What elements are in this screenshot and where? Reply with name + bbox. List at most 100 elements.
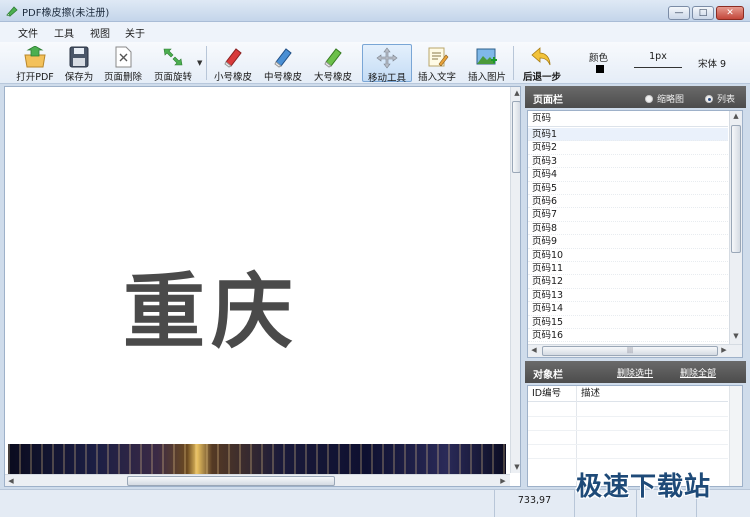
- page-list-item[interactable]: 页码10: [528, 249, 728, 262]
- scroll-thumb[interactable]: [512, 101, 520, 173]
- radio-off-icon: [645, 95, 653, 103]
- canvas-vertical-scrollbar[interactable]: ▲ ▼: [510, 87, 520, 473]
- page-list-item[interactable]: 页码16: [528, 329, 728, 343]
- page-list-horizontal-scrollbar[interactable]: ◀ ||| ▶: [528, 344, 742, 357]
- page-list-item[interactable]: 页码2: [528, 141, 728, 155]
- small-eraser-button[interactable]: 小号橡皮: [210, 44, 256, 83]
- page-list[interactable]: 页码 页码1 页码2 页码3 页码4 页码5 页码6 页码7 页码8 页码9 页码10 页码11 页码…: [527, 110, 743, 358]
- page-list-item[interactable]: 页码15: [528, 316, 728, 329]
- maximize-button[interactable]: □: [692, 6, 714, 20]
- large-eraser-label: 大号橡皮: [313, 72, 352, 83]
- page-list-item[interactable]: 页码7: [528, 208, 728, 222]
- undo-arrow-icon: [531, 47, 551, 66]
- scroll-down-icon[interactable]: ▼: [730, 332, 742, 340]
- menu-view[interactable]: 视图: [90, 25, 110, 40]
- insert-image-button[interactable]: 插入图片: [464, 44, 510, 83]
- rotate-dropdown-icon[interactable]: ▼: [197, 59, 202, 67]
- canvas-horizontal-scrollbar[interactable]: ◀ ▶: [5, 474, 510, 486]
- page-list-item[interactable]: 页码6: [528, 195, 728, 209]
- medium-eraser-button[interactable]: 中号橡皮: [260, 44, 306, 83]
- object-panel-title: 对象栏: [533, 370, 563, 381]
- menu-about[interactable]: 关于: [125, 25, 145, 40]
- menu-tools[interactable]: 工具: [54, 25, 74, 40]
- watermark-text: 极速下载站: [576, 472, 712, 502]
- rotate-page-label: 页面旋转: [153, 72, 192, 83]
- move-tool-button[interactable]: 移动工具: [362, 44, 412, 84]
- rotate-page-button[interactable]: 页面旋转: [150, 44, 196, 83]
- scroll-right-icon[interactable]: ▶: [497, 475, 509, 486]
- page-list-item[interactable]: 页码13: [528, 289, 728, 303]
- insert-text-button[interactable]: 插入文字: [414, 44, 460, 83]
- object-panel-header: 对象栏 删除选中 删除全部: [525, 361, 746, 383]
- page-list-item[interactable]: 页码3: [528, 155, 728, 169]
- delete-page-button[interactable]: 页面删除: [100, 44, 146, 83]
- page-list-item[interactable]: 页码4: [528, 168, 728, 182]
- close-button[interactable]: ✕: [716, 6, 744, 20]
- scroll-right-icon[interactable]: ▶: [718, 346, 730, 354]
- green-eraser-icon: [324, 48, 342, 68]
- toolbar-separator: [513, 46, 514, 80]
- open-folder-icon: [24, 46, 46, 68]
- object-list-header: ID编号 描述: [528, 386, 728, 402]
- scroll-left-icon[interactable]: ◀: [5, 475, 17, 486]
- scroll-thumb[interactable]: |||: [542, 346, 718, 356]
- page-list-vertical-scrollbar[interactable]: ▲ ▼: [729, 111, 742, 344]
- red-eraser-icon: [224, 48, 242, 68]
- row-line: [528, 458, 728, 459]
- save-as-label: 保存为: [64, 72, 94, 83]
- thumbnail-radio-label: 缩略图: [657, 95, 685, 105]
- page-list-item[interactable]: 页码11: [528, 262, 728, 276]
- open-pdf-button[interactable]: 打开PDF: [14, 44, 56, 83]
- scroll-left-icon[interactable]: ◀: [528, 346, 540, 354]
- color-swatch[interactable]: [596, 65, 604, 73]
- cursor-coordinates: 733,97: [494, 490, 574, 517]
- font-selector[interactable]: 宋体 9: [698, 56, 726, 70]
- save-as-button[interactable]: 保存为: [60, 44, 98, 83]
- insert-image-icon: [476, 48, 497, 65]
- delete-all-link[interactable]: 删除全部: [680, 366, 716, 379]
- title-bar: PDF橡皮擦(未注册) — □ ✕: [0, 0, 750, 22]
- app-icon: [6, 6, 18, 17]
- floppy-disk-icon: [69, 46, 89, 68]
- page-list-item[interactable]: 页码5: [528, 182, 728, 195]
- row-line: [528, 444, 728, 445]
- page-panel-header: 页面栏 缩略图 列表: [525, 86, 746, 108]
- page-list-item[interactable]: 页码9: [528, 235, 728, 249]
- scroll-up-icon[interactable]: ▲: [511, 87, 520, 99]
- object-list-scrollbar[interactable]: [729, 386, 742, 486]
- list-radio-label: 列表: [717, 95, 736, 105]
- delete-page-icon: [115, 46, 132, 68]
- undo-button[interactable]: 后退一步: [518, 44, 566, 83]
- delete-page-label: 页面删除: [103, 72, 142, 83]
- minimize-button[interactable]: —: [668, 6, 690, 20]
- id-column-header: ID编号: [532, 388, 562, 399]
- list-radio[interactable]: 列表: [705, 92, 735, 105]
- rotate-page-icon: [163, 48, 183, 66]
- move-arrows-icon: [376, 47, 398, 69]
- page-list-item[interactable]: 页码12: [528, 275, 728, 289]
- toolbar-separator: [206, 46, 207, 80]
- insert-text-label: 插入文字: [417, 72, 456, 83]
- row-line: [528, 430, 728, 431]
- document-canvas[interactable]: 重庆 ▲ ▼ ◀ ▶: [4, 86, 521, 487]
- large-eraser-button[interactable]: 大号橡皮: [310, 44, 356, 83]
- scroll-down-icon[interactable]: ▼: [511, 461, 520, 473]
- radio-on-icon: [705, 95, 713, 103]
- menu-file[interactable]: 文件: [18, 25, 38, 40]
- line-size-preview: [634, 67, 682, 68]
- scroll-thumb[interactable]: [731, 125, 741, 253]
- line-size-label[interactable]: 1px: [634, 51, 682, 62]
- scroll-thumb[interactable]: [127, 476, 335, 486]
- page-list-item[interactable]: 页码14: [528, 302, 728, 316]
- open-pdf-label: 打开PDF: [16, 72, 54, 83]
- thumbnail-radio[interactable]: 缩略图: [645, 92, 684, 105]
- delete-selected-link[interactable]: 删除选中: [617, 366, 653, 379]
- medium-eraser-label: 中号橡皮: [263, 72, 302, 83]
- move-tool-label: 移动工具: [367, 73, 406, 84]
- scroll-up-icon[interactable]: ▲: [730, 112, 742, 120]
- page-image: [8, 444, 506, 474]
- page-list-item[interactable]: 页码8: [528, 222, 728, 236]
- page-list-item[interactable]: 页码1: [528, 128, 728, 142]
- page-content-text: 重庆: [123, 264, 300, 360]
- color-label: 颜色: [589, 53, 609, 64]
